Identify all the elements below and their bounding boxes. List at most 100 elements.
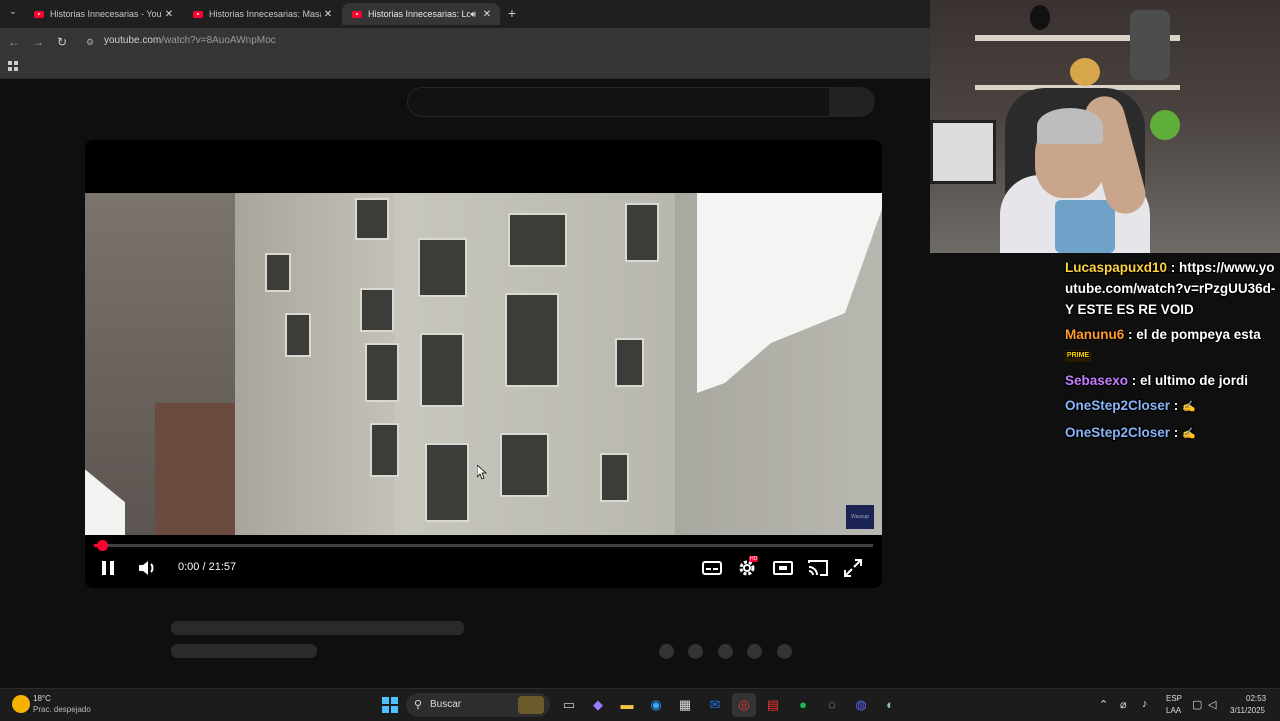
chat-username: Manunu6 [1065,327,1125,342]
window [355,198,389,240]
discord-icon[interactable]: ◍ [849,693,873,717]
taskbar-search-input[interactable]: ⚲ Buscar [406,693,550,717]
youtube-search-button[interactable] [829,87,875,117]
search-placeholder: Buscar [430,699,462,710]
url-path: /watch?v=8AuoAWnpMoc [161,35,276,46]
subtitles-icon[interactable] [700,556,724,580]
chat-username: OneStep2Closer [1065,425,1171,440]
tab-2[interactable]: Historias Innecesarias: Masacre ✕ [183,3,341,25]
action-skeleton [659,644,674,659]
task-view-icon[interactable]: ▭ [557,693,581,717]
microphone-icon[interactable]: ♪ [1142,698,1148,710]
file-explorer-icon[interactable]: ▬ [615,693,639,717]
weather-icon[interactable] [12,695,30,713]
window [500,433,549,497]
shirt-print [1055,200,1115,253]
tab-3-active[interactable]: Historias Innecesarias: Lou 🔊︎ ✕ [342,3,500,25]
spotify-icon[interactable]: ● [791,693,815,717]
time-current: 0:00 [178,561,200,573]
apps-grid-icon[interactable] [8,61,18,71]
chat-username: Sebasexo [1065,373,1129,388]
pen-emote-icon: ✍ [1182,428,1196,440]
time-separator: / [202,561,206,573]
subtitle-skeleton [171,644,317,658]
chat-message: Sebasexo : el ultimo de jordi [1065,373,1249,388]
tab-strip: ⌄ Historias Innecesarias - YouTube ✕ His… [0,0,930,28]
monitor [930,120,996,184]
back-icon[interactable]: ← [5,33,23,51]
prime-emote-icon: PRIME [1065,350,1091,363]
language-top[interactable]: ESP [1166,694,1182,703]
speaker-icon[interactable]: ◁ [1208,698,1216,711]
url-field[interactable]: youtube.com/watch?v=8AuoAWnpMoc [104,35,276,46]
window [370,423,399,477]
action-skeleton [747,644,762,659]
search-icon: ⚲ [414,699,423,711]
copilot-icon[interactable]: ◆ [586,693,610,717]
action-skeleton [688,644,703,659]
close-icon[interactable]: ✕ [480,9,494,20]
pause-icon[interactable] [96,556,120,580]
action-skeleton [777,644,792,659]
tab-title: Historias Innecesarias: Masacre [209,9,321,19]
window [418,238,467,297]
store-icon[interactable]: ▦ [673,693,697,717]
chrome-icon[interactable]: ◎ [732,693,756,717]
chat-username: OneStep2Closer [1065,398,1171,413]
volume-icon[interactable] [135,556,159,580]
stream-chat: Lucaspapuxd10 : https://www.youtube.com/… [1065,257,1280,449]
mouse-cursor-icon [477,465,487,479]
forward-icon[interactable]: → [29,33,47,51]
windows-start-icon[interactable] [382,697,398,713]
video-frame[interactable]: Wassup [85,193,882,535]
settings-button[interactable]: HD [735,556,759,580]
close-icon[interactable]: ✕ [321,9,335,20]
tab-title: Historias Innecesarias - YouTube [50,9,162,19]
outlook-icon[interactable]: ✉ [703,693,727,717]
fullscreen-icon[interactable] [841,556,865,580]
progress-bar[interactable] [94,544,873,547]
chevron-up-icon[interactable]: ⌃ [1099,698,1108,711]
cast-icon[interactable] [806,556,830,580]
steam-icon[interactable]: ◐ [878,693,902,717]
speaker-icon[interactable]: 🔊︎ [470,9,476,20]
search-highlight-icon [518,696,544,714]
progress-scrubber[interactable] [96,540,108,551]
window [615,338,644,387]
chat-message: OneStep2Closer : ✍ [1065,422,1280,445]
voicemeeter-icon[interactable]: ▤ [761,693,785,717]
window [365,343,399,402]
tab-search-icon[interactable]: ⌄ [6,6,20,20]
figurine [1030,5,1050,30]
display-icon[interactable]: ▢ [1192,698,1202,711]
pen-emote-icon: ✍ [1182,401,1196,413]
clock-date[interactable]: 3/11/2025 [1230,706,1265,715]
chat-text: el ultimo de jordi [1140,373,1249,388]
youtube-search-input[interactable] [407,87,831,117]
clock-time[interactable]: 02:53 [1246,694,1266,703]
chat-message: Lucaspapuxd10 : https://www.youtube.com/… [1065,260,1276,317]
language-bottom[interactable]: LAA [1166,706,1181,715]
straw-hat [1070,58,1100,86]
window [625,203,659,262]
reload-icon[interactable]: ↻ [53,33,71,51]
hd-badge: HD [749,556,759,562]
close-icon[interactable]: ✕ [162,9,176,20]
title-skeleton [171,621,464,635]
window [420,333,464,407]
window [505,293,559,387]
new-tab-button[interactable]: + [505,5,519,21]
site-info-icon[interactable]: ⚙ [86,37,96,47]
window [508,213,567,267]
video-player[interactable]: Wassup 0:00 / 21:57 HD [85,140,882,588]
time-total: 21:57 [208,561,237,573]
theater-mode-icon[interactable] [771,556,795,580]
obs-icon[interactable]: ◌ [820,693,844,717]
window [285,313,311,357]
window [360,288,394,332]
weather-temp: 18°C [33,694,51,703]
channel-watermark[interactable]: Wassup [846,505,874,529]
edge-icon[interactable]: ◉ [644,693,668,717]
tab-1[interactable]: Historias Innecesarias - YouTube ✕ [24,3,182,25]
network-off-icon[interactable]: ⌀ [1120,698,1127,711]
